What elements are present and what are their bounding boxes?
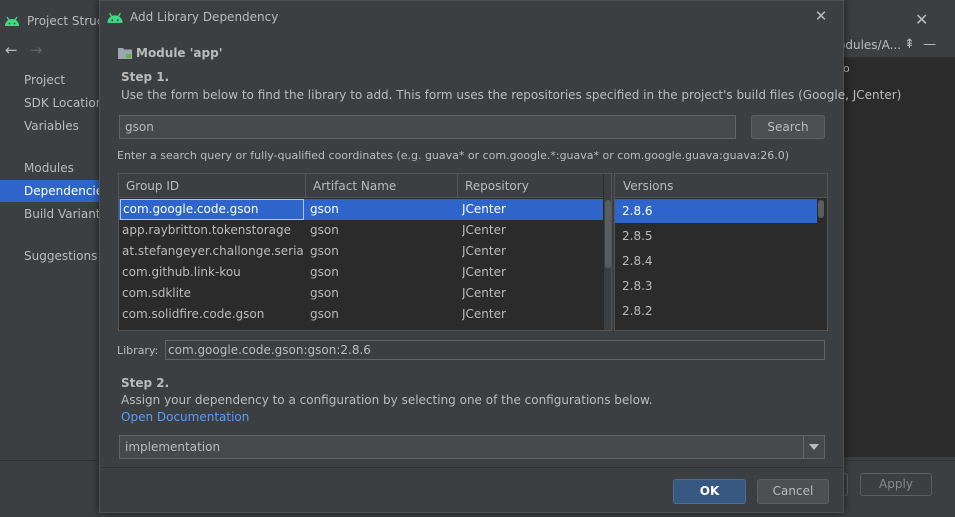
library-coordinates-field[interactable]: com.google.code.gson:gson:2.8.6 [165,340,825,360]
cell-artifact: gson [310,244,339,258]
step1-description: Use the form below to find the library t… [121,88,902,102]
list-item[interactable]: 2.8.4 [615,249,817,273]
table-row[interactable]: at.stefangeyer.challonge.serializer gson… [119,241,603,262]
ok-button[interactable]: OK [673,479,746,504]
module-row: Module 'app' [118,45,222,61]
module-folder-icon [118,48,132,59]
configuration-select[interactable]: implementation [119,435,825,459]
panel-tools: ⇞ — [904,37,936,52]
dependencies-detail-panel [843,57,955,457]
versions-header-label: Versions [623,179,674,193]
results-header: Group ID Artifact Name Repository [119,174,603,198]
step2-title: Step 2. [121,376,170,390]
configuration-value: implementation [125,440,221,454]
cell-group-id: at.stefangeyer.challonge.serializer [122,244,304,258]
table-row[interactable]: com.google.code.gson gson JCenter [119,199,603,220]
column-header-group-id[interactable]: Group ID [119,174,306,198]
cell-artifact: gson [310,286,339,300]
chevron-down-icon [809,444,819,450]
sidebar-item-variables[interactable]: Variables [24,115,79,137]
cell-repository: JCenter [462,202,506,216]
dialog-close-icon[interactable]: ✕ [812,8,830,26]
detail-glyph: o [843,62,850,75]
list-item[interactable]: 2.8.3 [615,274,817,298]
cell-repository: JCenter [462,286,506,300]
cell-artifact: gson [310,202,339,216]
cell-repository: JCenter [462,244,506,258]
android-icon [5,16,19,26]
cell-group-id: app.raybritton.tokenstorage [122,223,291,237]
project-structure-sidebar: Project SDK Location Variables Modules D… [0,60,109,460]
sidebar-item-sdk-location[interactable]: SDK Location [24,92,103,114]
back-arrow-icon[interactable]: ← [5,41,18,59]
collapse-all-icon[interactable]: ⇞ [904,37,915,52]
column-header-artifact-name[interactable]: Artifact Name [306,174,458,198]
list-item[interactable]: 2.8.6 [615,199,817,223]
module-breadcrumb: odules/A... [838,38,902,52]
column-header-repository[interactable]: Repository [458,174,603,198]
step1-title: Step 1. [121,70,170,84]
sidebar-item-suggestions[interactable]: Suggestions [24,245,97,267]
cell-group-id: com.github.link-kou [122,265,241,279]
results-table: Group ID Artifact Name Repository com.go… [118,173,612,331]
cell-group-id: com.sdklite [122,286,192,300]
minimize-icon[interactable]: — [923,37,936,52]
dropdown-arrow[interactable] [803,436,824,458]
sidebar-item-project[interactable]: Project [24,69,65,91]
table-row[interactable]: com.sdklite gson JCenter [119,283,603,304]
cell-artifact: gson [310,307,339,321]
cell-repository: JCenter [462,223,506,237]
cancel-button[interactable]: Cancel [757,479,829,504]
nav-buttons: ← → [5,41,42,59]
add-library-dependency-dialog: Add Library Dependency ✕ Module 'app' St… [99,0,901,513]
cell-group-id: com.google.code.gson [120,199,304,220]
table-row[interactable]: com.solidfire.code.gson gson JCenter [119,304,603,325]
cell-artifact: gson [310,223,339,237]
table-row[interactable]: com.github.link-kou gson JCenter [119,262,603,283]
android-icon [107,12,123,23]
footer-divider [100,467,843,468]
search-input[interactable]: gson [119,115,736,139]
apply-button[interactable]: Apply [860,473,932,496]
versions-header: Versions [615,174,827,198]
list-item[interactable]: 2.8.5 [615,224,817,248]
open-documentation-link[interactable]: Open Documentation [121,410,249,424]
cell-group-id: com.solidfire.code.gson [122,307,265,321]
forward-arrow-icon[interactable]: → [30,41,43,59]
versions-list: Versions 2.8.6 2.8.5 2.8.4 2.8.3 2.8.2 [614,173,828,331]
list-item[interactable]: 2.8.2 [615,299,817,323]
dialog-titlebar: Add Library Dependency ✕ [100,1,843,33]
table-row[interactable]: app.raybritton.tokenstorage gson JCenter [119,220,603,241]
cell-artifact: gson [310,265,339,279]
sidebar-item-modules[interactable]: Modules [24,157,74,179]
sidebar-item-build-variants[interactable]: Build Variants [24,203,107,225]
versions-scrollbar-thumb[interactable] [818,200,824,218]
search-hint: Enter a search query or fully-qualified … [117,149,790,162]
step2-description: Assign your dependency to a configuratio… [121,393,653,407]
cell-repository: JCenter [462,307,506,321]
search-button[interactable]: Search [751,115,825,139]
results-scrollbar-thumb[interactable] [605,200,611,268]
library-label: Library: [117,344,159,357]
dialog-title: Add Library Dependency [130,10,279,24]
project-structure-close-icon[interactable]: ✕ [915,12,931,28]
module-label: Module 'app' [136,46,223,60]
sidebar-item-dependencies[interactable]: Dependencies [0,180,109,202]
cell-repository: JCenter [462,265,506,279]
